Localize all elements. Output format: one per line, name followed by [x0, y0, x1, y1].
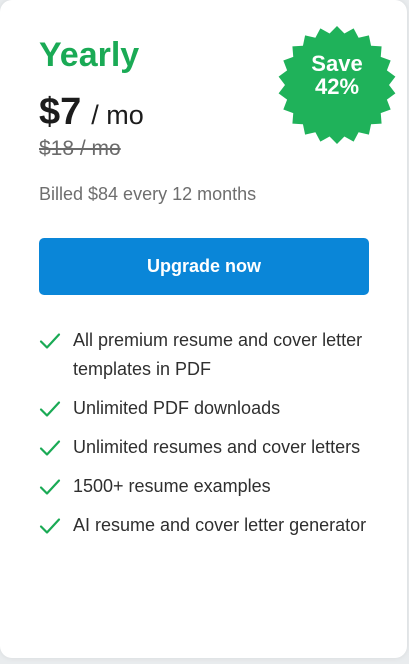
feature-list: All premium resume and cover letter temp…: [39, 326, 374, 550]
feature-text: AI resume and cover letter generator: [73, 515, 367, 535]
feature-text: Unlimited resumes and cover letters: [73, 437, 361, 457]
feature-text: Unlimited PDF downloads: [73, 398, 281, 418]
savings-badge-line1: Save: [311, 51, 363, 76]
check-icon: [39, 511, 63, 540]
check-icon: [39, 433, 63, 462]
check-icon: [39, 326, 63, 355]
feature-item: 1500+ resume examples: [39, 472, 374, 501]
feature-text: 1500+ resume examples: [73, 476, 271, 496]
price-amount: $7: [39, 91, 82, 133]
original-price: $18 / mo: [39, 137, 121, 160]
feature-item: AI resume and cover letter generator: [39, 511, 374, 540]
feature-item: Unlimited PDF downloads: [39, 394, 374, 423]
check-icon: [39, 472, 63, 501]
price-period: / mo: [91, 100, 144, 130]
pricing-card: Yearly $7 / mo $18 / mo Billed $84 every…: [0, 0, 407, 658]
feature-item: Unlimited resumes and cover letters: [39, 433, 374, 462]
price-row: $7 / mo: [39, 93, 144, 131]
savings-badge-text: Save 42%: [276, 52, 398, 98]
billing-info: Billed $84 every 12 months: [39, 184, 257, 204]
feature-text: All premium resume and cover letter temp…: [73, 330, 363, 379]
feature-item: All premium resume and cover letter temp…: [39, 326, 374, 384]
upgrade-button[interactable]: Upgrade now: [39, 238, 369, 295]
savings-badge: Save 42%: [276, 24, 398, 146]
check-icon: [39, 394, 63, 423]
plan-title: Yearly: [39, 36, 140, 74]
savings-badge-line2: 42%: [314, 74, 360, 99]
